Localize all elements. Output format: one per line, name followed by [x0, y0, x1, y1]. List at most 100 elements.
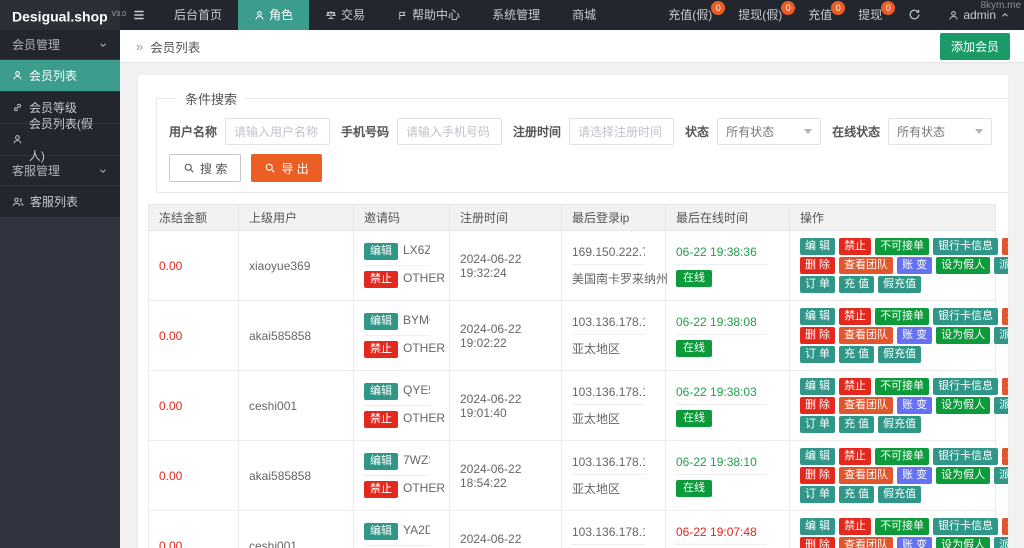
- chevron-up-icon: [1000, 10, 1010, 20]
- action-address-info-button[interactable]: 地址信息: [1002, 518, 1008, 535]
- username-input[interactable]: [225, 118, 330, 145]
- field-online-status: 在线状态 所有状态: [832, 118, 992, 145]
- action-ban-button[interactable]: 禁止: [839, 448, 871, 465]
- action-dispatch-button[interactable]: 派 单: [994, 397, 1008, 414]
- action-bank-info-button[interactable]: 银行卡信息: [933, 378, 998, 395]
- action-ban-button[interactable]: 禁止: [839, 378, 871, 395]
- action-set-fake-button[interactable]: 设为假人: [936, 537, 990, 548]
- action-view-team-button[interactable]: 查看团队: [839, 537, 893, 548]
- action-edit-button[interactable]: 编 辑: [800, 448, 835, 465]
- edit-invite-button[interactable]: 编辑: [364, 243, 398, 260]
- top-item-recharge-fake[interactable]: 充值(假)0: [655, 0, 725, 30]
- action-delete-button[interactable]: 删 除: [800, 257, 835, 274]
- action-delete-button[interactable]: 删 除: [800, 397, 835, 414]
- top-item-withdraw-fake[interactable]: 提现(假)0: [725, 0, 795, 30]
- action-account-change-button[interactable]: 账 变: [897, 537, 932, 548]
- action-ban-button[interactable]: 禁止: [839, 238, 871, 255]
- online-status-select[interactable]: 所有状态: [888, 118, 992, 145]
- ban-invite-button[interactable]: 禁止: [364, 271, 398, 288]
- top-item-withdraw[interactable]: 提现0: [845, 0, 895, 30]
- export-button[interactable]: 导 出: [251, 154, 321, 182]
- parent-user: akai585858: [249, 469, 311, 483]
- action-bank-info-button[interactable]: 银行卡信息: [933, 448, 998, 465]
- action-edit-button[interactable]: 编 辑: [800, 238, 835, 255]
- action-dispatch-button[interactable]: 派 单: [994, 327, 1008, 344]
- action-delete-button[interactable]: 删 除: [800, 467, 835, 484]
- edit-invite-button[interactable]: 编辑: [364, 313, 398, 330]
- sidebar-group-member-management[interactable]: 会员管理: [0, 30, 120, 60]
- menu-toggle-icon[interactable]: [120, 0, 158, 30]
- action-fake-recharge-button[interactable]: 假充值: [878, 416, 921, 433]
- sidebar-item-member-list[interactable]: 会员列表: [0, 60, 120, 92]
- action-no-order-button[interactable]: 不可接单: [875, 238, 929, 255]
- action-recharge-button[interactable]: 充 值: [839, 416, 874, 433]
- action-recharge-button[interactable]: 充 值: [839, 486, 874, 503]
- breadcrumb-bar: » 会员列表 添加会员: [120, 30, 1024, 63]
- nav-item-roles[interactable]: 角色: [238, 0, 309, 30]
- action-orders-button[interactable]: 订 单: [800, 416, 835, 433]
- ban-invite-button[interactable]: 禁止: [364, 341, 398, 358]
- action-orders-button[interactable]: 订 单: [800, 346, 835, 363]
- action-no-order-button[interactable]: 不可接单: [875, 308, 929, 325]
- nav-item-dashboard[interactable]: 后台首页: [158, 0, 238, 30]
- refresh-icon[interactable]: [895, 0, 934, 30]
- action-delete-button[interactable]: 删 除: [800, 537, 835, 548]
- edit-invite-button[interactable]: 编辑: [364, 453, 398, 470]
- action-address-info-button[interactable]: 地址信息: [1002, 378, 1008, 395]
- action-recharge-button[interactable]: 充 值: [839, 276, 874, 293]
- action-address-info-button[interactable]: 地址信息: [1002, 448, 1008, 465]
- action-view-team-button[interactable]: 查看团队: [839, 397, 893, 414]
- action-orders-button[interactable]: 订 单: [800, 276, 835, 293]
- action-set-fake-button[interactable]: 设为假人: [936, 467, 990, 484]
- action-dispatch-button[interactable]: 派 单: [994, 537, 1008, 548]
- action-set-fake-button[interactable]: 设为假人: [936, 327, 990, 344]
- action-address-info-button[interactable]: 地址信息: [1002, 238, 1008, 255]
- ban-invite-button[interactable]: 禁止: [364, 481, 398, 498]
- action-set-fake-button[interactable]: 设为假人: [936, 397, 990, 414]
- edit-invite-button[interactable]: 编辑: [364, 383, 398, 400]
- action-ban-button[interactable]: 禁止: [839, 518, 871, 535]
- action-recharge-button[interactable]: 充 值: [839, 346, 874, 363]
- search-button[interactable]: 搜 索: [169, 154, 241, 182]
- edit-invite-button[interactable]: 编辑: [364, 523, 398, 540]
- action-fake-recharge-button[interactable]: 假充值: [878, 346, 921, 363]
- sidebar-item-service-list[interactable]: 客服列表: [0, 186, 120, 218]
- nav-item-trade[interactable]: 交易: [309, 0, 381, 30]
- action-account-change-button[interactable]: 账 变: [897, 467, 932, 484]
- register-time-input[interactable]: [569, 118, 674, 145]
- action-address-info-button[interactable]: 地址信息: [1002, 308, 1008, 325]
- nav-item-system[interactable]: 系统管理: [476, 0, 556, 30]
- phone-input[interactable]: [397, 118, 502, 145]
- nav-item-help-center[interactable]: 帮助中心: [381, 0, 476, 30]
- action-account-change-button[interactable]: 账 变: [897, 327, 932, 344]
- action-view-team-button[interactable]: 查看团队: [839, 327, 893, 344]
- action-view-team-button[interactable]: 查看团队: [839, 257, 893, 274]
- action-edit-button[interactable]: 编 辑: [800, 308, 835, 325]
- action-delete-button[interactable]: 删 除: [800, 327, 835, 344]
- top-item-recharge[interactable]: 充值0: [795, 0, 845, 30]
- sidebar-item-member-list-fake[interactable]: 会员列表(假人): [0, 124, 120, 156]
- action-view-team-button[interactable]: 查看团队: [839, 467, 893, 484]
- action-account-change-button[interactable]: 账 变: [897, 257, 932, 274]
- nav-item-mall[interactable]: 商城: [556, 0, 612, 30]
- add-member-button[interactable]: 添加会员: [940, 33, 1010, 60]
- action-fake-recharge-button[interactable]: 假充值: [878, 276, 921, 293]
- action-bank-info-button[interactable]: 银行卡信息: [933, 518, 998, 535]
- action-orders-button[interactable]: 订 单: [800, 486, 835, 503]
- action-no-order-button[interactable]: 不可接单: [875, 378, 929, 395]
- invite-code-line: 编辑BYMQ5D: [364, 313, 430, 336]
- status-select[interactable]: 所有状态: [717, 118, 821, 145]
- action-dispatch-button[interactable]: 派 单: [994, 257, 1008, 274]
- ban-invite-button[interactable]: 禁止: [364, 411, 398, 428]
- action-ban-button[interactable]: 禁止: [839, 308, 871, 325]
- action-dispatch-button[interactable]: 派 单: [994, 467, 1008, 484]
- action-bank-info-button[interactable]: 银行卡信息: [933, 308, 998, 325]
- action-account-change-button[interactable]: 账 变: [897, 397, 932, 414]
- action-edit-button[interactable]: 编 辑: [800, 378, 835, 395]
- action-no-order-button[interactable]: 不可接单: [875, 518, 929, 535]
- action-fake-recharge-button[interactable]: 假充值: [878, 486, 921, 503]
- action-no-order-button[interactable]: 不可接单: [875, 448, 929, 465]
- action-set-fake-button[interactable]: 设为假人: [936, 257, 990, 274]
- action-edit-button[interactable]: 编 辑: [800, 518, 835, 535]
- action-bank-info-button[interactable]: 银行卡信息: [933, 238, 998, 255]
